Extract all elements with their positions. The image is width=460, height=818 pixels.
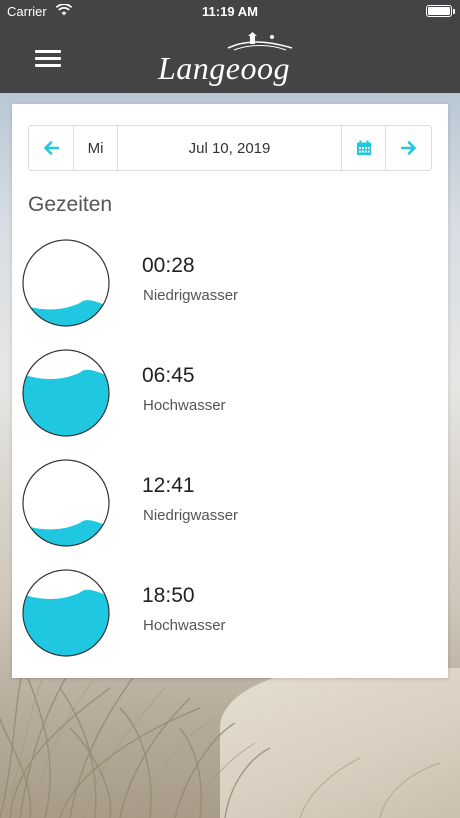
tide-type: Hochwasser [143, 397, 226, 414]
water-fill [23, 369, 109, 436]
next-day-button[interactable] [386, 126, 431, 170]
tide-item: 06:45 Hochwasser [12, 349, 448, 439]
tide-level-gauge [22, 239, 110, 327]
tide-type: Niedrigwasser [143, 507, 239, 524]
tide-time: 18:50 [142, 584, 195, 607]
hamburger-menu-icon[interactable] [35, 50, 61, 68]
tide-time: 06:45 [142, 364, 195, 387]
section-title: Gezeiten [28, 193, 113, 216]
tide-type: Hochwasser [143, 617, 226, 634]
status-bar: Carrier 11:19 AM [0, 0, 460, 24]
app-header: Carrier 11:19 AM Langeoog [0, 0, 460, 93]
tide-item: 18:50 Hochwasser [12, 569, 448, 659]
tides-card: Mi Jul 10, 2019 Gezeiten 00:28 Niedrigwa… [12, 104, 448, 678]
tide-time: 00:28 [142, 254, 195, 277]
battery-icon [426, 5, 455, 17]
date-navigator: Mi Jul 10, 2019 [28, 125, 432, 171]
tide-time: 12:41 [142, 474, 195, 497]
previous-day-button[interactable] [29, 126, 74, 170]
weekday-label: Mi [74, 126, 118, 170]
tide-level-gauge [22, 569, 110, 657]
tide-type: Niedrigwasser [143, 287, 239, 304]
arrow-right-icon [400, 141, 416, 155]
date-label[interactable]: Jul 10, 2019 [118, 126, 342, 170]
water-fill [23, 589, 109, 656]
app-logo: Langeoog [150, 30, 310, 88]
logo-text: Langeoog [158, 50, 290, 86]
calendar-icon [356, 140, 371, 155]
status-time: 11:19 AM [202, 4, 258, 19]
tide-item: 00:28 Niedrigwasser [12, 239, 448, 329]
arrow-left-icon [44, 141, 59, 155]
logo-dune-icon [227, 32, 293, 51]
calendar-button[interactable] [342, 126, 386, 170]
tide-item: 12:41 Niedrigwasser [12, 459, 448, 549]
tide-level-gauge [22, 459, 110, 547]
tide-level-gauge [22, 349, 110, 437]
